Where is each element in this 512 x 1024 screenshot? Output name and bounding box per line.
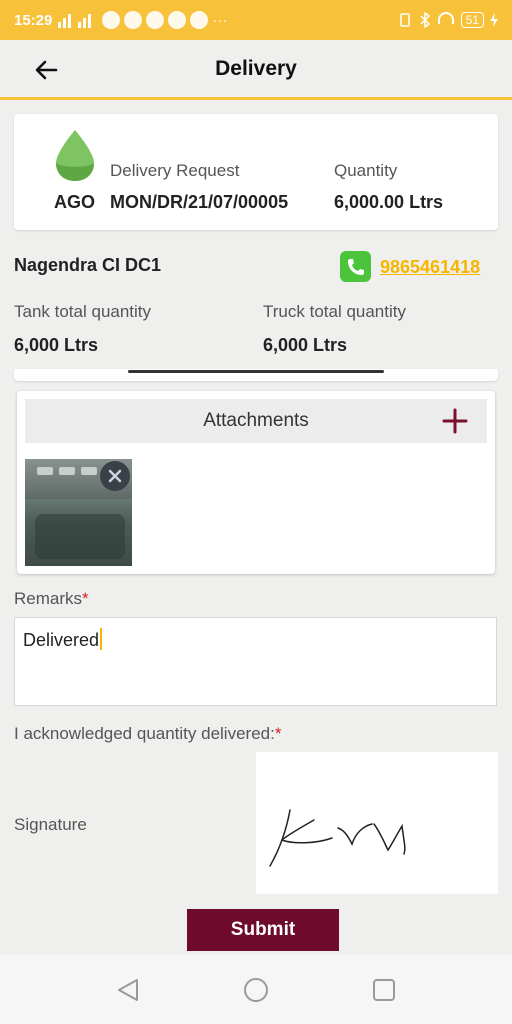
required-mark: * xyxy=(274,724,282,743)
app-notification-icon xyxy=(168,11,187,29)
tank-total-label: Tank total quantity xyxy=(14,302,152,321)
attachments-title: Attachments xyxy=(203,410,309,431)
status-bar: 15:29 ··· 51 xyxy=(0,0,512,40)
acknowledge-label: I acknowledged quantity delivered:* xyxy=(14,724,281,744)
photo-detail xyxy=(37,467,53,475)
signature-label: Signature xyxy=(14,815,87,834)
acknowledge-label-text: I acknowledged quantity delivered: xyxy=(14,724,275,743)
attachment-thumbnail[interactable] xyxy=(25,459,132,566)
remarks-label-text: Remarks xyxy=(14,589,83,608)
quantity-label: Quantity xyxy=(334,161,398,180)
close-icon xyxy=(108,469,122,483)
app-notification-icon xyxy=(102,11,121,29)
product-name: AGO xyxy=(54,192,96,212)
system-navigation-bar xyxy=(0,955,512,1024)
truck-total-label: Truck total quantity xyxy=(263,302,406,321)
truck-total-value: 6,000 Ltrs xyxy=(263,335,348,355)
discord-icon xyxy=(146,11,165,29)
attachments-card: Attachments xyxy=(17,391,495,574)
bluetooth-icon xyxy=(420,12,430,28)
signature-drawing xyxy=(269,809,406,867)
status-time: 15:29 xyxy=(14,11,53,29)
nav-home-icon[interactable] xyxy=(243,977,269,1003)
station-name: Nagendra CI DC1 xyxy=(14,255,162,275)
drop-icon xyxy=(56,130,94,181)
photo-detail xyxy=(59,467,75,475)
phone-icon xyxy=(347,258,364,275)
attachments-header: Attachments xyxy=(25,399,487,443)
phone-call-button[interactable] xyxy=(340,251,371,282)
signal-icon xyxy=(58,14,92,28)
app-header: Delivery xyxy=(0,40,512,100)
signature-pad[interactable] xyxy=(256,752,498,894)
photo-detail xyxy=(35,514,125,559)
text-cursor xyxy=(100,628,103,650)
headphones-icon xyxy=(437,12,454,24)
more-notifications-icon: ··· xyxy=(212,11,228,29)
nav-back-icon[interactable] xyxy=(115,977,141,1003)
order-summary-card: AGO Delivery Request MON/DR/21/07/00005 … xyxy=(14,114,498,230)
page-title: Delivery xyxy=(215,56,297,80)
required-mark: * xyxy=(82,589,89,608)
battery-level: 51 xyxy=(460,12,484,28)
remarks-input[interactable]: Delivered xyxy=(14,617,497,706)
phone-number-link[interactable]: 9865461418 xyxy=(380,257,480,278)
tank-total-value: 6,000 Ltrs xyxy=(14,335,99,355)
delivery-request-value: MON/DR/21/07/00005 xyxy=(110,192,289,212)
add-attachment-icon[interactable] xyxy=(441,407,469,435)
submit-button[interactable]: Submit xyxy=(187,909,339,951)
remarks-value-text: Delivered xyxy=(23,630,100,650)
scroll-indicator[interactable] xyxy=(128,370,384,373)
telegram-icon xyxy=(124,11,143,29)
vibrate-icon xyxy=(399,13,410,27)
charging-icon xyxy=(490,13,498,27)
quantity-value: 6,000.00 Ltrs xyxy=(334,192,444,212)
delivery-request-label: Delivery Request xyxy=(110,161,240,180)
remarks-value: Delivered xyxy=(23,628,103,651)
app-notification-icon xyxy=(190,11,209,29)
remove-attachment-button[interactable] xyxy=(100,461,130,491)
photo-detail xyxy=(81,467,97,475)
arrow-left-icon[interactable] xyxy=(30,54,62,86)
remarks-label: Remarks* xyxy=(14,589,89,609)
nav-recents-icon[interactable] xyxy=(371,977,397,1003)
notification-icons: ··· xyxy=(58,11,227,29)
